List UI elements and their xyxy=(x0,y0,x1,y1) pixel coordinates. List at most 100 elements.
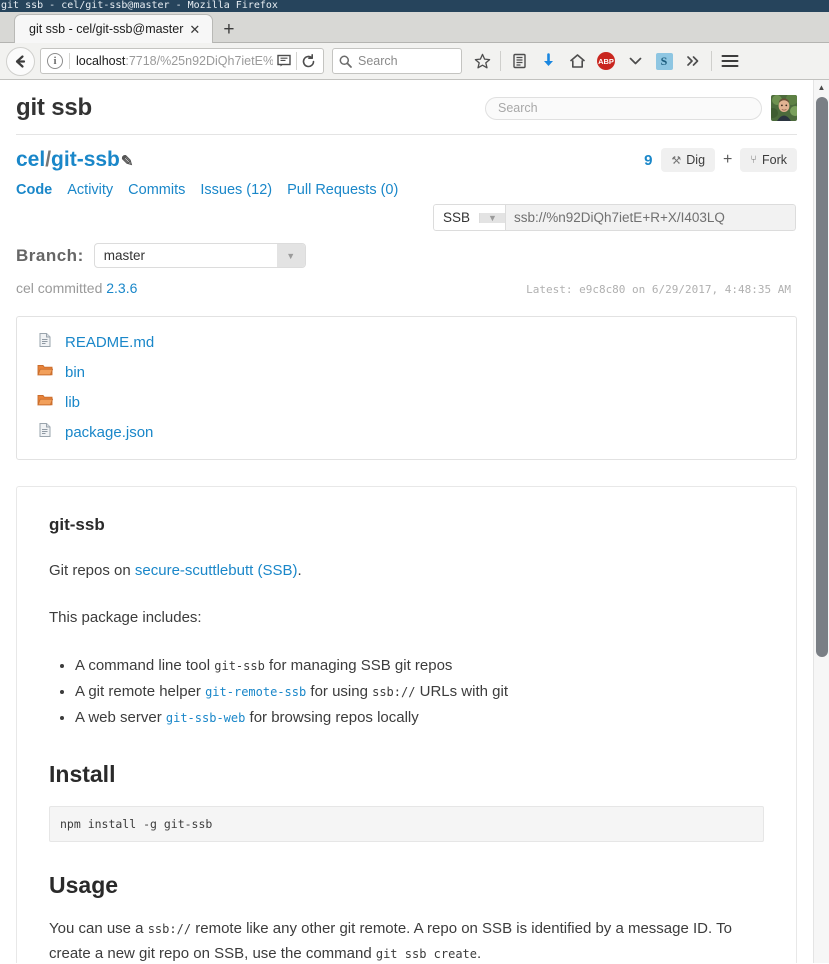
close-icon[interactable]: ✕ xyxy=(183,23,206,36)
scroll-up-icon[interactable]: ▲ xyxy=(814,80,829,95)
search-icon xyxy=(339,55,352,68)
latest-commit-info: Latest: e9c8c80 on 6/29/2017, 4:48:35 AM xyxy=(526,283,791,296)
overflow-chevrons-icon[interactable] xyxy=(679,47,707,75)
file-link[interactable]: bin xyxy=(65,364,85,381)
scuttlebutt-icon[interactable]: S xyxy=(650,47,678,75)
inline-code: git-ssb xyxy=(214,658,265,673)
clone-row: SSB ▼ ssb://%n92DiQh7ietE+R+X/I403LQ xyxy=(16,204,797,231)
repo-nav-tabs: Code Activity Commits Issues (12) Pull R… xyxy=(16,176,797,198)
readme-bullet-list: A command line tool git-ssb for managing… xyxy=(49,653,764,732)
commit-author-text: cel committed xyxy=(16,280,107,296)
usage-heading: Usage xyxy=(49,872,119,899)
dig-button[interactable]: ⚒ Dig xyxy=(661,148,716,172)
adblock-plus-icon[interactable]: ABP xyxy=(592,47,620,75)
tab-pull-requests[interactable]: Pull Requests (0) xyxy=(287,182,398,198)
back-arrow-icon[interactable] xyxy=(6,46,35,76)
bullet-pre: A git remote helper xyxy=(75,682,206,700)
chevron-down-icon[interactable]: ▼ xyxy=(276,244,305,267)
fork-button[interactable]: ⑂ Fork xyxy=(740,148,797,172)
fork-icon: ⑂ xyxy=(750,154,757,166)
page-scrollbar[interactable]: ▲ xyxy=(813,80,829,963)
chevron-down-icon[interactable]: ▼ xyxy=(479,212,505,223)
commit-tag-link[interactable]: 2.3.6 xyxy=(106,280,137,296)
file-link[interactable]: package.json xyxy=(65,424,153,441)
tab-commits[interactable]: Commits xyxy=(128,182,185,198)
pencil-edit-icon[interactable]: ✎ xyxy=(121,153,134,170)
tab-activity[interactable]: Activity xyxy=(67,182,113,198)
list-item[interactable]: README.md xyxy=(17,327,796,357)
repo-name-link[interactable]: git-ssb xyxy=(51,148,120,171)
add-icon[interactable]: + xyxy=(723,151,732,169)
chevron-down-icon[interactable] xyxy=(621,47,649,75)
clone-protocol-select[interactable]: SSB ▼ xyxy=(432,204,506,231)
downloads-icon[interactable] xyxy=(534,47,562,75)
reload-icon[interactable] xyxy=(297,53,320,69)
readme-intro-post: . xyxy=(297,562,302,579)
repo-header: cel/git-ssb✎ 9 ⚒ Dig + ⑂ Fork xyxy=(16,135,797,176)
readme-title: git-ssb xyxy=(49,515,105,534)
bullet-pre: A command line tool xyxy=(75,656,215,674)
home-icon[interactable] xyxy=(563,47,591,75)
hamburger-menu-icon[interactable] xyxy=(716,47,744,75)
url-divider xyxy=(69,53,70,69)
readme-intro-pre: Git repos on xyxy=(49,562,135,579)
url-bar[interactable]: i localhost:7718/%25n92DiQh7ietE%2B xyxy=(40,48,324,74)
commit-author-line: cel committed 2.3.6 xyxy=(16,280,526,296)
readme-intro: Git repos on secure-scuttlebutt (SSB). xyxy=(49,559,764,584)
site-search-input[interactable]: Search xyxy=(485,96,762,120)
usage-pre: You can use a xyxy=(49,920,148,938)
readme-panel: git-ssb Git repos on secure-scuttlebutt … xyxy=(16,486,797,963)
browser-tab[interactable]: git ssb - cel/git-ssb@master ✕ xyxy=(14,14,214,43)
bullet-post: for browsing repos locally xyxy=(245,709,419,726)
folder-icon xyxy=(37,392,54,413)
toolbar-divider xyxy=(500,51,501,71)
file-link[interactable]: README.md xyxy=(65,334,154,351)
readme-includes-lead: This package includes: xyxy=(49,608,202,626)
abp-badge: ABP xyxy=(597,52,615,70)
list-item: A git remote helper git-remote-ssb for u… xyxy=(75,679,764,705)
browser-search-bar[interactable]: Search xyxy=(332,48,462,74)
list-item[interactable]: lib xyxy=(17,387,796,417)
site-search-placeholder: Search xyxy=(498,101,538,115)
toolbar-divider-2 xyxy=(711,51,712,71)
window-titlebar: git ssb - cel/git-ssb@master - Mozilla F… xyxy=(0,0,829,12)
branch-select[interactable]: master ▼ xyxy=(93,243,306,268)
library-icon[interactable] xyxy=(505,47,533,75)
browser-tabstrip: git ssb - cel/git-ssb@master ✕ + xyxy=(0,12,829,43)
clone-protocol-value: SSB xyxy=(442,210,470,225)
branch-label: Branch: xyxy=(16,245,84,265)
dig-button-label: Dig xyxy=(686,153,706,167)
clone-url-value: ssb://%n92DiQh7ietE+R+X/I403LQ xyxy=(514,210,725,225)
tab-code[interactable]: Code xyxy=(16,182,52,198)
install-code-block: npm install -g git-ssb xyxy=(49,806,764,843)
list-item[interactable]: package.json xyxy=(17,417,796,447)
avatar[interactable] xyxy=(771,95,797,121)
inline-code: ssb:// xyxy=(147,922,192,937)
new-tab-button[interactable]: + xyxy=(213,20,244,39)
ssb-link[interactable]: secure-scuttlebutt (SSB) xyxy=(135,562,298,579)
file-link[interactable]: lib xyxy=(65,394,80,411)
site-header: git ssb Search xyxy=(16,80,797,135)
file-list: README.md bin lib package.json xyxy=(16,316,797,460)
list-item: A command line tool git-ssb for managing… xyxy=(75,653,764,679)
bookmark-star-icon[interactable] xyxy=(468,47,496,75)
window-title: git ssb - cel/git-ssb@master - Mozilla F… xyxy=(1,0,278,11)
reader-mode-icon[interactable] xyxy=(273,54,296,68)
scrollbar-thumb[interactable] xyxy=(816,97,828,657)
git-remote-ssb-link[interactable]: git-remote-ssb xyxy=(205,685,306,699)
commit-row: cel committed 2.3.6 Latest: e9c8c80 on 6… xyxy=(16,280,797,296)
bullet-pre: A web server xyxy=(75,709,166,726)
url-text: localhost:7718/%25n92DiQh7ietE%2B xyxy=(76,54,273,68)
list-item[interactable]: bin xyxy=(17,357,796,387)
git-ssb-web-link[interactable]: git-ssb-web xyxy=(166,711,245,725)
s-badge: S xyxy=(655,52,673,70)
url-path: :7718/%25n92DiQh7ietE%2B xyxy=(125,54,273,68)
fork-button-label: Fork xyxy=(762,153,787,167)
repo-owner-link[interactable]: cel xyxy=(16,148,45,171)
clone-url-input[interactable]: ssb://%n92DiQh7ietE+R+X/I403LQ xyxy=(506,204,796,231)
clone-box: SSB ▼ ssb://%n92DiQh7ietE+R+X/I403LQ xyxy=(432,204,796,231)
inline-code: ssb:// xyxy=(372,684,416,699)
tab-issues[interactable]: Issues (12) xyxy=(200,182,272,198)
site-info-icon[interactable]: i xyxy=(47,53,63,69)
install-heading: Install xyxy=(49,761,116,788)
